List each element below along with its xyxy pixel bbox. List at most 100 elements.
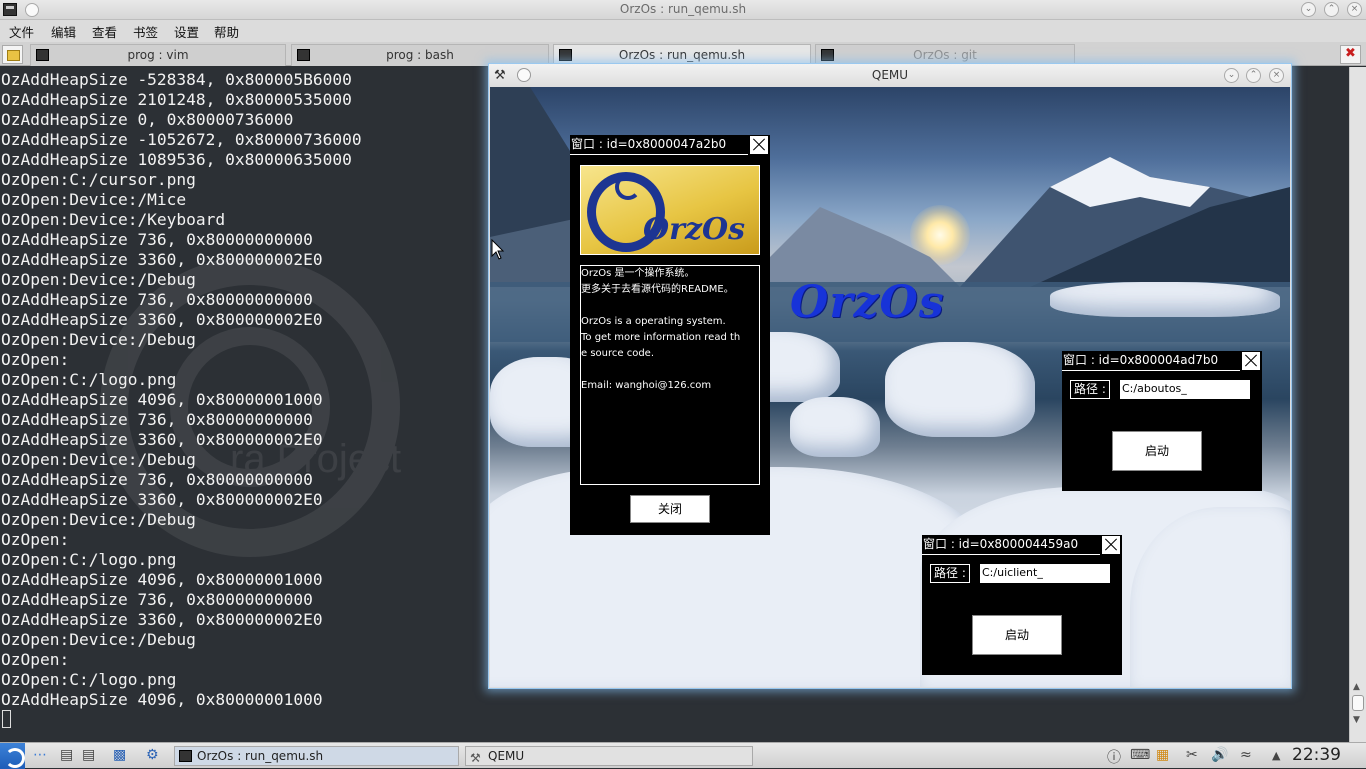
- settings-icon[interactable]: ⚙: [146, 747, 159, 763]
- terminal-line: OzOpen:C:/logo.png: [1, 670, 177, 689]
- workspace-icon[interactable]: ▤: [82, 747, 95, 763]
- terminal-line: OzAddHeapSize 4096, 0x80000001000: [1, 390, 323, 409]
- terminal-line: OzAddHeapSize 1089536, 0x80000635000: [1, 150, 352, 169]
- about-description: OrzOs 是一个操作系统。 更多关于去看源代码的README。 OrzOs i…: [580, 265, 760, 485]
- tray-expand-icon[interactable]: ▲: [1272, 749, 1280, 762]
- terminal-line: OzAddHeapSize 736, 0x80000000000: [1, 470, 313, 489]
- keyboard-icon[interactable]: ⌨: [1130, 747, 1150, 763]
- tab-prog-vim[interactable]: prog : vim: [30, 44, 286, 66]
- launcher-close-icon[interactable]: [1101, 535, 1121, 555]
- launcher-window-title: 窗口 : id=0x800004ad7b0: [1062, 351, 1240, 371]
- window-title: OrzOs : run_qemu.sh: [619, 2, 747, 16]
- task-qemu[interactable]: ⚒ QEMU: [465, 746, 753, 766]
- terminal-line: OzAddHeapSize 2101248, 0x80000535000: [1, 90, 352, 109]
- launcher-window-title: 窗口 : id=0x800004459a0: [922, 535, 1100, 555]
- terminal-line: OzOpen:C:/cursor.png: [1, 170, 196, 189]
- qemu-close-button[interactable]: ×: [1269, 68, 1284, 83]
- terminal-line: OzOpen:: [1, 650, 70, 669]
- ice-floe: [790, 397, 880, 457]
- start-button[interactable]: 启动: [1112, 431, 1202, 471]
- start-button[interactable]: 启动: [972, 615, 1062, 655]
- clock[interactable]: 22:39: [1292, 745, 1341, 765]
- close-button[interactable]: ×: [1347, 2, 1362, 17]
- terminal-scrollbar[interactable]: ▲ ▼: [1349, 67, 1366, 742]
- launcher-window-uiclient[interactable]: 窗口 : id=0x800004459a0 路径 : C:/uiclient_ …: [922, 535, 1122, 675]
- terminal-line: OzAddHeapSize 736, 0x80000000000: [1, 590, 313, 609]
- taskbar: ⋯ ▤ ▤ ▩ ⚙ OrzOs : run_qemu.sh ⚒ QEMU ⓘ ⌨…: [0, 742, 1366, 769]
- qemu-guest-screen[interactable]: OrzOs 窗口 : id=0x8000047a2b0 OrzOs OrzOs …: [490, 87, 1290, 687]
- tab-label: OrzOs : run_qemu.sh: [618, 48, 746, 62]
- ice-floe: [885, 342, 1035, 437]
- tab-label: OrzOs : git: [913, 48, 977, 62]
- terminal-line: OzOpen:Device:/Debug: [1, 270, 196, 289]
- terminal-line: OzAddHeapSize 0, 0x80000736000: [1, 110, 294, 129]
- menu-help[interactable]: 帮助: [214, 22, 239, 41]
- volume-icon[interactable]: 🔊: [1211, 747, 1228, 763]
- scroll-up-icon[interactable]: ▲: [1353, 682, 1360, 692]
- file-manager-icon[interactable]: ▩: [113, 747, 126, 763]
- maximize-button[interactable]: ⌃: [1324, 2, 1339, 17]
- terminal-line: OzOpen:Device:/Debug: [1, 330, 196, 349]
- terminal-output: OzAddHeapSize -528384, 0x800005B6000 OzAd…: [1, 70, 362, 710]
- menu-edit[interactable]: 编辑: [51, 22, 76, 41]
- scrollbar-thumb[interactable]: [1352, 695, 1364, 711]
- qemu-titlebar: ⚒ QEMU ⌄ ⌃ ×: [489, 64, 1291, 87]
- path-input[interactable]: C:/uiclient_: [980, 564, 1110, 583]
- network-icon[interactable]: ≈: [1240, 747, 1252, 763]
- terminal-line: OzAddHeapSize -528384, 0x800005B6000: [1, 70, 352, 89]
- terminal-line: OzOpen:Device:/Debug: [1, 510, 196, 529]
- apps-icon[interactable]: ⋯: [33, 747, 47, 763]
- orzos-logo: OrzOs: [580, 165, 760, 255]
- path-input[interactable]: C:/aboutos_: [1120, 380, 1250, 399]
- start-menu-button[interactable]: [0, 743, 25, 769]
- about-window[interactable]: 窗口 : id=0x8000047a2b0 OrzOs OrzOs 是一个操作系…: [570, 135, 770, 535]
- path-label: 路径 :: [930, 564, 970, 583]
- terminal-line: OzOpen:: [1, 530, 70, 549]
- terminal-icon: [179, 750, 192, 762]
- terminal-line: OzOpen:Device:/Debug: [1, 630, 196, 649]
- task-label: QEMU: [488, 749, 525, 763]
- qemu-minimize-button[interactable]: ⌄: [1224, 68, 1239, 83]
- about-close-button[interactable]: 关闭: [630, 495, 710, 523]
- terminal-line: OzAddHeapSize 736, 0x80000000000: [1, 410, 313, 429]
- terminal-line: OzAddHeapSize 3360, 0x800000002E0: [1, 430, 323, 449]
- minimize-button[interactable]: ⌄: [1301, 2, 1316, 17]
- orzos-desktop-logo: OrzOs: [790, 277, 945, 328]
- qemu-window[interactable]: ⚒ QEMU ⌄ ⌃ × OrzOs 窗口 : id=0x8000047a2b0: [488, 63, 1292, 689]
- mouse-pointer-icon: [491, 239, 505, 260]
- terminal-line: OzAddHeapSize 4096, 0x80000001000: [1, 690, 323, 709]
- scroll-down-icon[interactable]: ▼: [1353, 715, 1360, 725]
- terminal-line: OzAddHeapSize 3360, 0x800000002E0: [1, 610, 323, 629]
- terminal-line: OzOpen:Device:/Keyboard: [1, 210, 226, 229]
- terminal-line: OzAddHeapSize 736, 0x80000000000: [1, 230, 313, 249]
- logo-text: OrzOs: [643, 212, 745, 247]
- terminal-line: OzOpen:Device:/Mice: [1, 190, 187, 209]
- clipboard-icon[interactable]: ✂: [1186, 747, 1198, 763]
- menu-settings[interactable]: 设置: [174, 22, 199, 41]
- task-terminal[interactable]: OrzOs : run_qemu.sh: [174, 746, 459, 766]
- close-tab-button[interactable]: ✖: [1340, 45, 1361, 64]
- terminal-cursor: [2, 710, 11, 728]
- tab-label: prog : bash: [386, 48, 454, 62]
- menu-file[interactable]: 文件: [9, 22, 34, 41]
- tab-label: prog : vim: [127, 48, 189, 62]
- launcher-window-aboutos[interactable]: 窗口 : id=0x800004ad7b0 路径 : C:/aboutos_ 启…: [1062, 351, 1262, 491]
- launcher-close-icon[interactable]: [1241, 351, 1261, 371]
- menu-view[interactable]: 查看: [92, 22, 117, 41]
- terminal-line: OzOpen:Device:/Debug: [1, 450, 196, 469]
- desktop-icon[interactable]: ▤: [60, 747, 73, 763]
- terminal-line: OzAddHeapSize 3360, 0x800000002E0: [1, 490, 323, 509]
- qemu-maximize-button[interactable]: ⌃: [1246, 68, 1261, 83]
- task-label: OrzOs : run_qemu.sh: [197, 749, 324, 763]
- storage-icon[interactable]: ▦: [1156, 747, 1169, 763]
- new-tab-button[interactable]: [2, 45, 23, 64]
- window-titlebar: OrzOs : run_qemu.sh ⌄ ⌃ ×: [0, 0, 1366, 20]
- menu-bookmarks[interactable]: 书签: [133, 22, 158, 41]
- terminal-line: OzAddHeapSize -1052672, 0x80000736000: [1, 130, 362, 149]
- about-window-title: 窗口 : id=0x8000047a2b0: [570, 135, 748, 155]
- ice-floe: [1050, 282, 1280, 317]
- terminal-line: OzAddHeapSize 736, 0x80000000000: [1, 290, 313, 309]
- info-icon[interactable]: ⓘ: [1107, 747, 1121, 767]
- about-close-icon[interactable]: [749, 135, 769, 155]
- terminal-line: OzOpen:C:/logo.png: [1, 370, 177, 389]
